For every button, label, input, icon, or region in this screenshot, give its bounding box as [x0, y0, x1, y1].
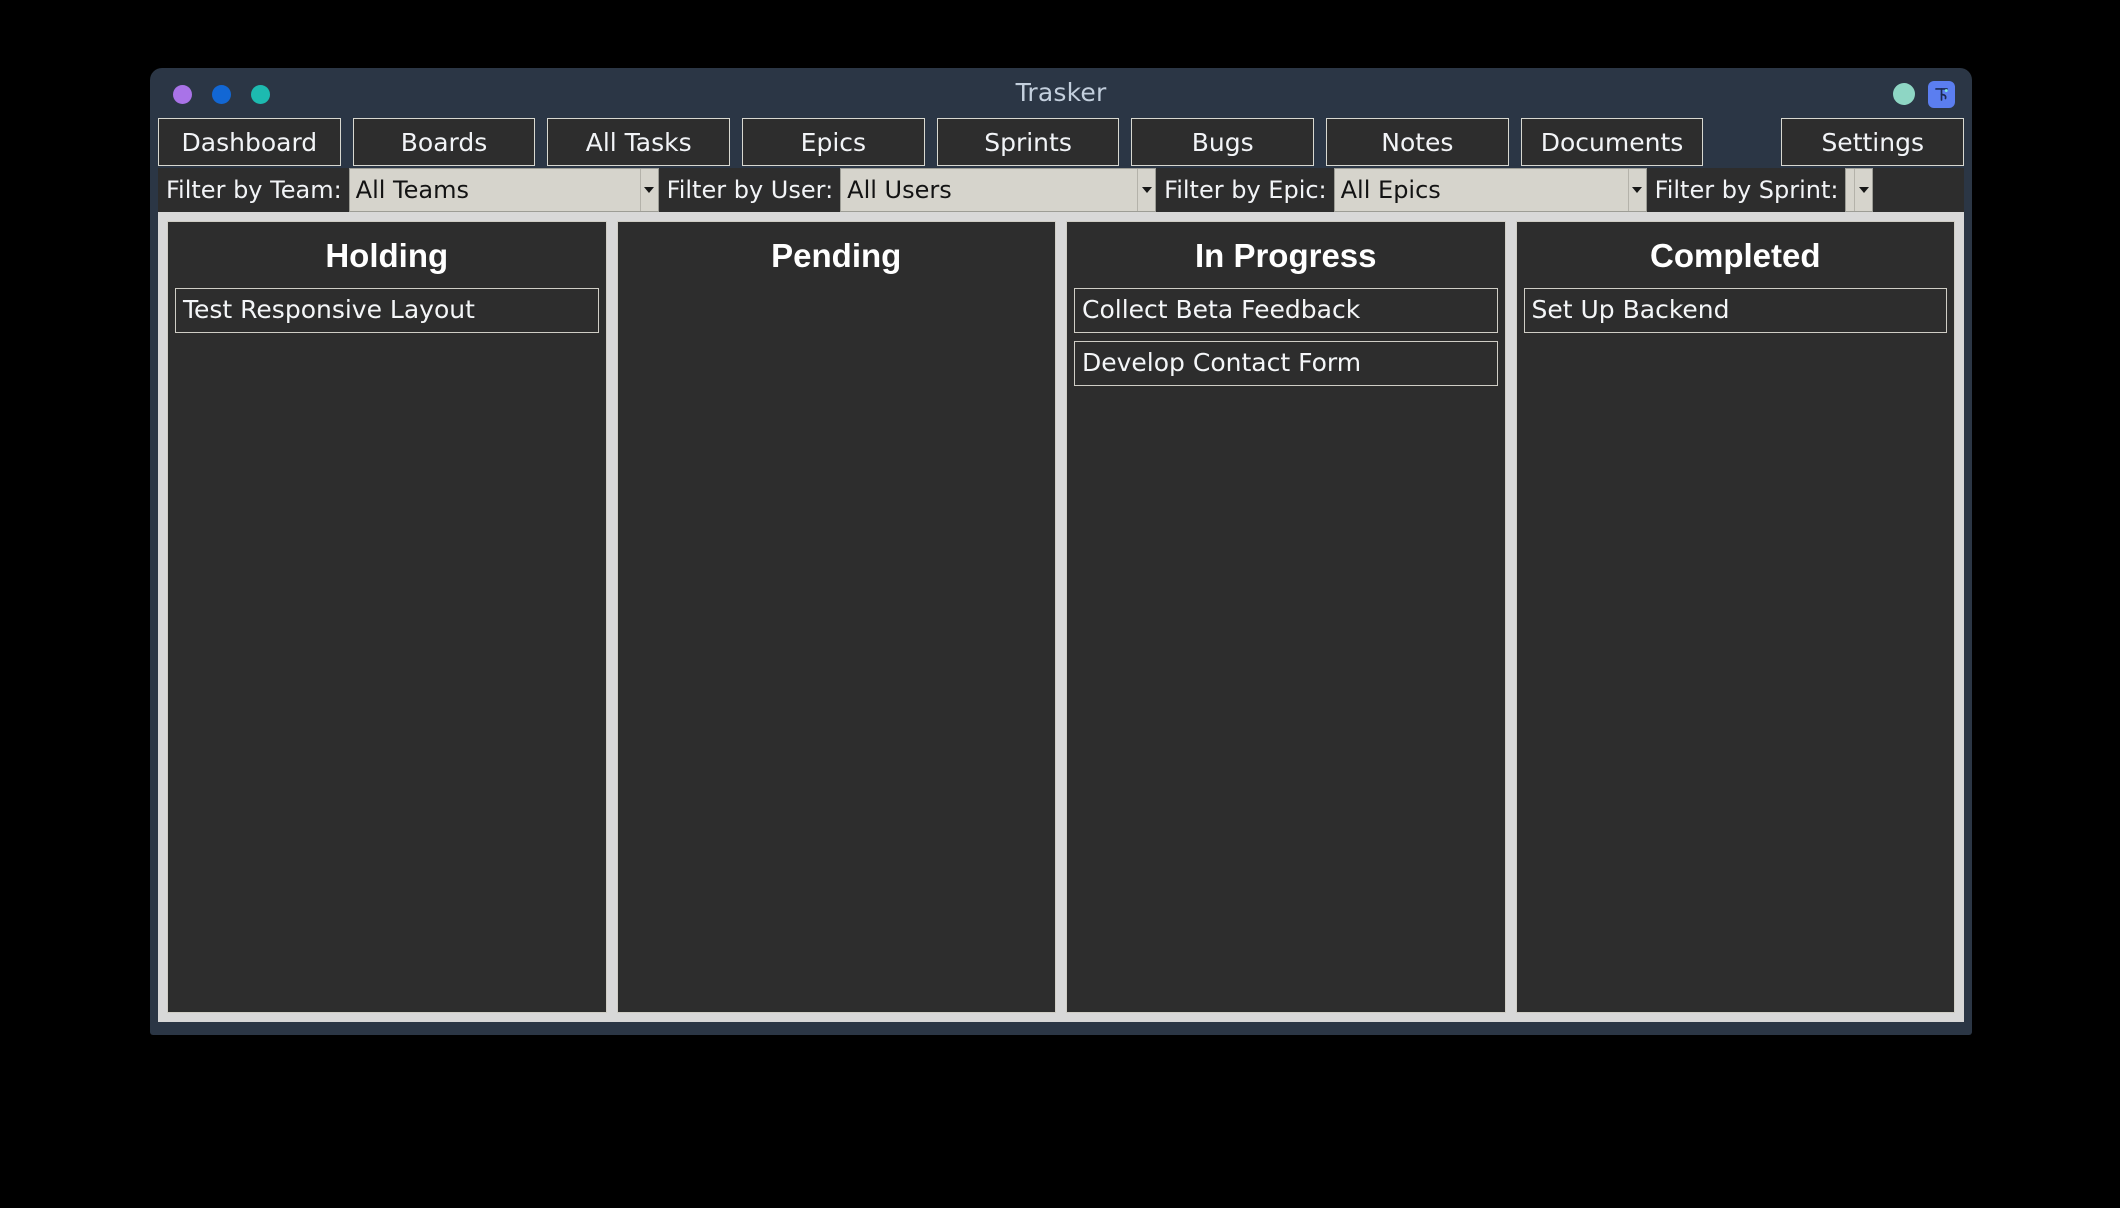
tab-dashboard[interactable]: Dashboard	[158, 118, 341, 166]
task-card[interactable]: Test Responsive Layout	[175, 288, 599, 333]
chevron-down-icon[interactable]	[1137, 169, 1155, 211]
column-title: Holding	[175, 229, 599, 288]
status-indicator-dot	[1893, 83, 1915, 105]
filter-group-team: Filter by Team:All Teams	[158, 168, 659, 212]
kanban-board: HoldingTest Responsive Layout Pending In P…	[167, 221, 1955, 1013]
app-logo-icon[interactable]	[1928, 81, 1955, 108]
card-list	[625, 288, 1049, 1012]
tab-label: Bugs	[1192, 128, 1254, 157]
filter-dropdown-sprint[interactable]	[1845, 168, 1873, 212]
application-window: Trasker Dashboard Boards All Tasks Epics Spr…	[150, 68, 1972, 1035]
filter-dropdown-user[interactable]: All Users	[840, 168, 1156, 212]
card-list: Test Responsive Layout	[175, 288, 599, 1012]
board-column-in-progress[interactable]: In ProgressCollect Beta Feedback Develop …	[1066, 221, 1506, 1013]
tab-label: Settings	[1821, 128, 1924, 157]
task-card[interactable]: Set Up Backend	[1524, 288, 1948, 333]
main-tab-bar: Dashboard Boards All Tasks Epics Sprints Bugs…	[158, 118, 1964, 166]
board-column-completed[interactable]: CompletedSet Up Backend	[1516, 221, 1956, 1013]
tab-sprints[interactable]: Sprints	[937, 118, 1120, 166]
task-card[interactable]: Develop Contact Form	[1074, 341, 1498, 386]
window-title: Trasker	[150, 78, 1972, 107]
tab-boards[interactable]: Boards	[353, 118, 536, 166]
tab-bugs[interactable]: Bugs	[1131, 118, 1314, 166]
tab-label: Notes	[1381, 128, 1453, 157]
chevron-down-icon[interactable]	[1854, 169, 1872, 211]
task-card[interactable]: Collect Beta Feedback	[1074, 288, 1498, 333]
filter-value-team: All Teams	[350, 176, 469, 204]
board-column-holding[interactable]: HoldingTest Responsive Layout	[167, 221, 607, 1013]
board-column-pending[interactable]: Pending	[617, 221, 1057, 1013]
filter-dropdown-team[interactable]: All Teams	[349, 168, 659, 212]
tab-label: Sprints	[984, 128, 1072, 157]
filter-label-sprint: Filter by Sprint:	[1647, 168, 1846, 212]
chevron-down-icon[interactable]	[640, 169, 658, 211]
tab-documents[interactable]: Documents	[1521, 118, 1704, 166]
filter-group-user: Filter by User:All Users	[659, 168, 1157, 212]
card-list: Collect Beta Feedback Develop Contact For…	[1074, 288, 1498, 1012]
filter-group-epic: Filter by Epic:All Epics	[1156, 168, 1646, 212]
filter-bar: Filter by Team:All TeamsFilter by User:A…	[158, 168, 1964, 212]
column-title: Pending	[625, 229, 1049, 288]
tab-settings[interactable]: Settings	[1781, 118, 1964, 166]
board-content-frame: HoldingTest Responsive Layout Pending In P…	[158, 212, 1964, 1022]
title-bar: Trasker	[150, 68, 1972, 118]
filter-label-user: Filter by User:	[659, 168, 841, 212]
filter-dropdown-epic[interactable]: All Epics	[1334, 168, 1647, 212]
tab-all-tasks[interactable]: All Tasks	[547, 118, 730, 166]
tab-label: Boards	[401, 128, 488, 157]
chevron-down-icon[interactable]	[1628, 169, 1646, 211]
tab-label: Documents	[1541, 128, 1684, 157]
column-title: In Progress	[1074, 229, 1498, 288]
tab-label: All Tasks	[586, 128, 692, 157]
tab-notes[interactable]: Notes	[1326, 118, 1509, 166]
filter-value-user: All Users	[841, 176, 952, 204]
filter-value-epic: All Epics	[1335, 176, 1441, 204]
tab-label: Dashboard	[182, 128, 318, 157]
filter-label-epic: Filter by Epic:	[1156, 168, 1333, 212]
tab-epics[interactable]: Epics	[742, 118, 925, 166]
column-title: Completed	[1524, 229, 1948, 288]
filter-group-sprint: Filter by Sprint:	[1647, 168, 1874, 212]
filter-label-team: Filter by Team:	[158, 168, 349, 212]
card-list: Set Up Backend	[1524, 288, 1948, 1012]
tab-label: Epics	[801, 128, 866, 157]
